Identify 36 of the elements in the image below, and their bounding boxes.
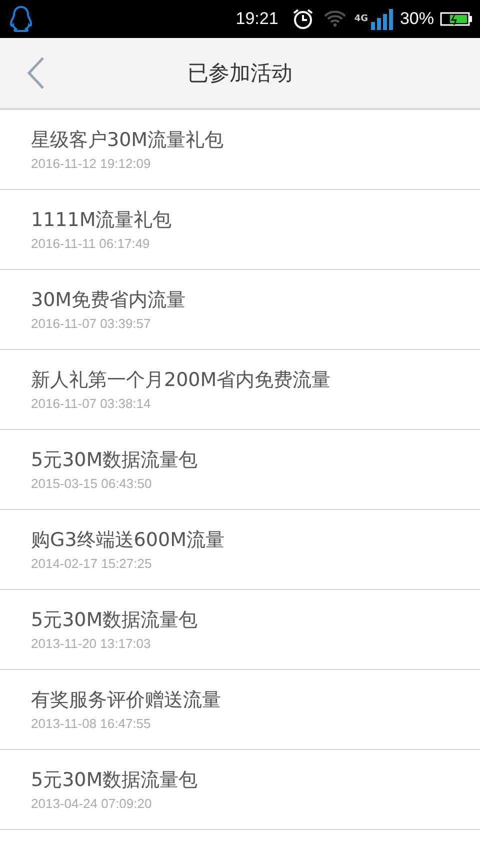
activity-item[interactable]: 5元30M数据流量包 2013-11-20 13:17:03 xyxy=(0,590,480,670)
activity-date: 2013-11-20 13:17:03 xyxy=(31,636,151,652)
battery-charging-icon xyxy=(440,12,472,26)
activity-title: 30M免费省内流量 xyxy=(31,288,186,312)
activity-title: 购G3终端送600M流量 xyxy=(31,528,224,552)
battery-percent: 30% xyxy=(400,9,434,29)
wifi-icon xyxy=(324,10,346,28)
activity-date: 2016-11-12 19:12:09 xyxy=(31,156,151,172)
activity-date: 2016-11-07 03:39:57 xyxy=(31,316,151,332)
activity-title: 新人礼第一个月200M省内免费流量 xyxy=(31,368,331,392)
activity-item[interactable]: 1111M流量礼包 2016-11-11 06:17:49 xyxy=(0,190,480,270)
signal-icon xyxy=(370,8,394,30)
activity-date: 2013-11-08 16:47:55 xyxy=(31,716,151,732)
activity-date: 2015-03-15 06:43:50 xyxy=(31,476,152,492)
activity-title: 5元30M数据流量包 xyxy=(31,608,198,632)
activity-date: 2016-11-11 06:17:49 xyxy=(31,236,150,252)
activity-title: 1111M流量礼包 xyxy=(31,208,172,232)
activity-date: 2013-04-24 07:09:20 xyxy=(31,796,152,812)
activity-item[interactable]: 新人礼第一个月200M省内免费流量 2016-11-07 03:38:14 xyxy=(0,350,480,430)
activity-item[interactable]: 5元30M数据流量包 2015-03-15 06:43:50 xyxy=(0,430,480,510)
activity-title: 星级客户30M流量礼包 xyxy=(31,128,224,152)
activity-item[interactable]: 30M免费省内流量 2016-11-07 03:39:57 xyxy=(0,270,480,350)
activity-title: 5元30M数据流量包 xyxy=(31,448,198,472)
page-title: 已参加活动 xyxy=(188,60,292,87)
activity-title: 有奖服务评价赠送流量 xyxy=(31,688,221,712)
alarm-clock-icon xyxy=(292,8,314,30)
activity-item[interactable]: 有奖服务评价赠送流量 2013-11-08 16:47:55 xyxy=(0,670,480,750)
activity-date: 2016-11-07 03:38:14 xyxy=(31,396,151,412)
activity-item[interactable]: 5元30M数据流量包 2013-04-24 07:09:20 xyxy=(0,750,480,830)
activity-item[interactable]: 购G3终端送600M流量 2014-02-17 15:27:25 xyxy=(0,510,480,590)
activity-date: 2014-02-17 15:27:25 xyxy=(31,556,152,572)
activity-title: 5元30M数据流量包 xyxy=(31,768,198,792)
status-time: 19:21 xyxy=(236,9,278,29)
network-type: 4G xyxy=(354,14,368,24)
activity-item[interactable]: 星级客户30M流量礼包 2016-11-12 19:12:09 xyxy=(0,110,480,190)
penguin-icon xyxy=(8,5,34,33)
